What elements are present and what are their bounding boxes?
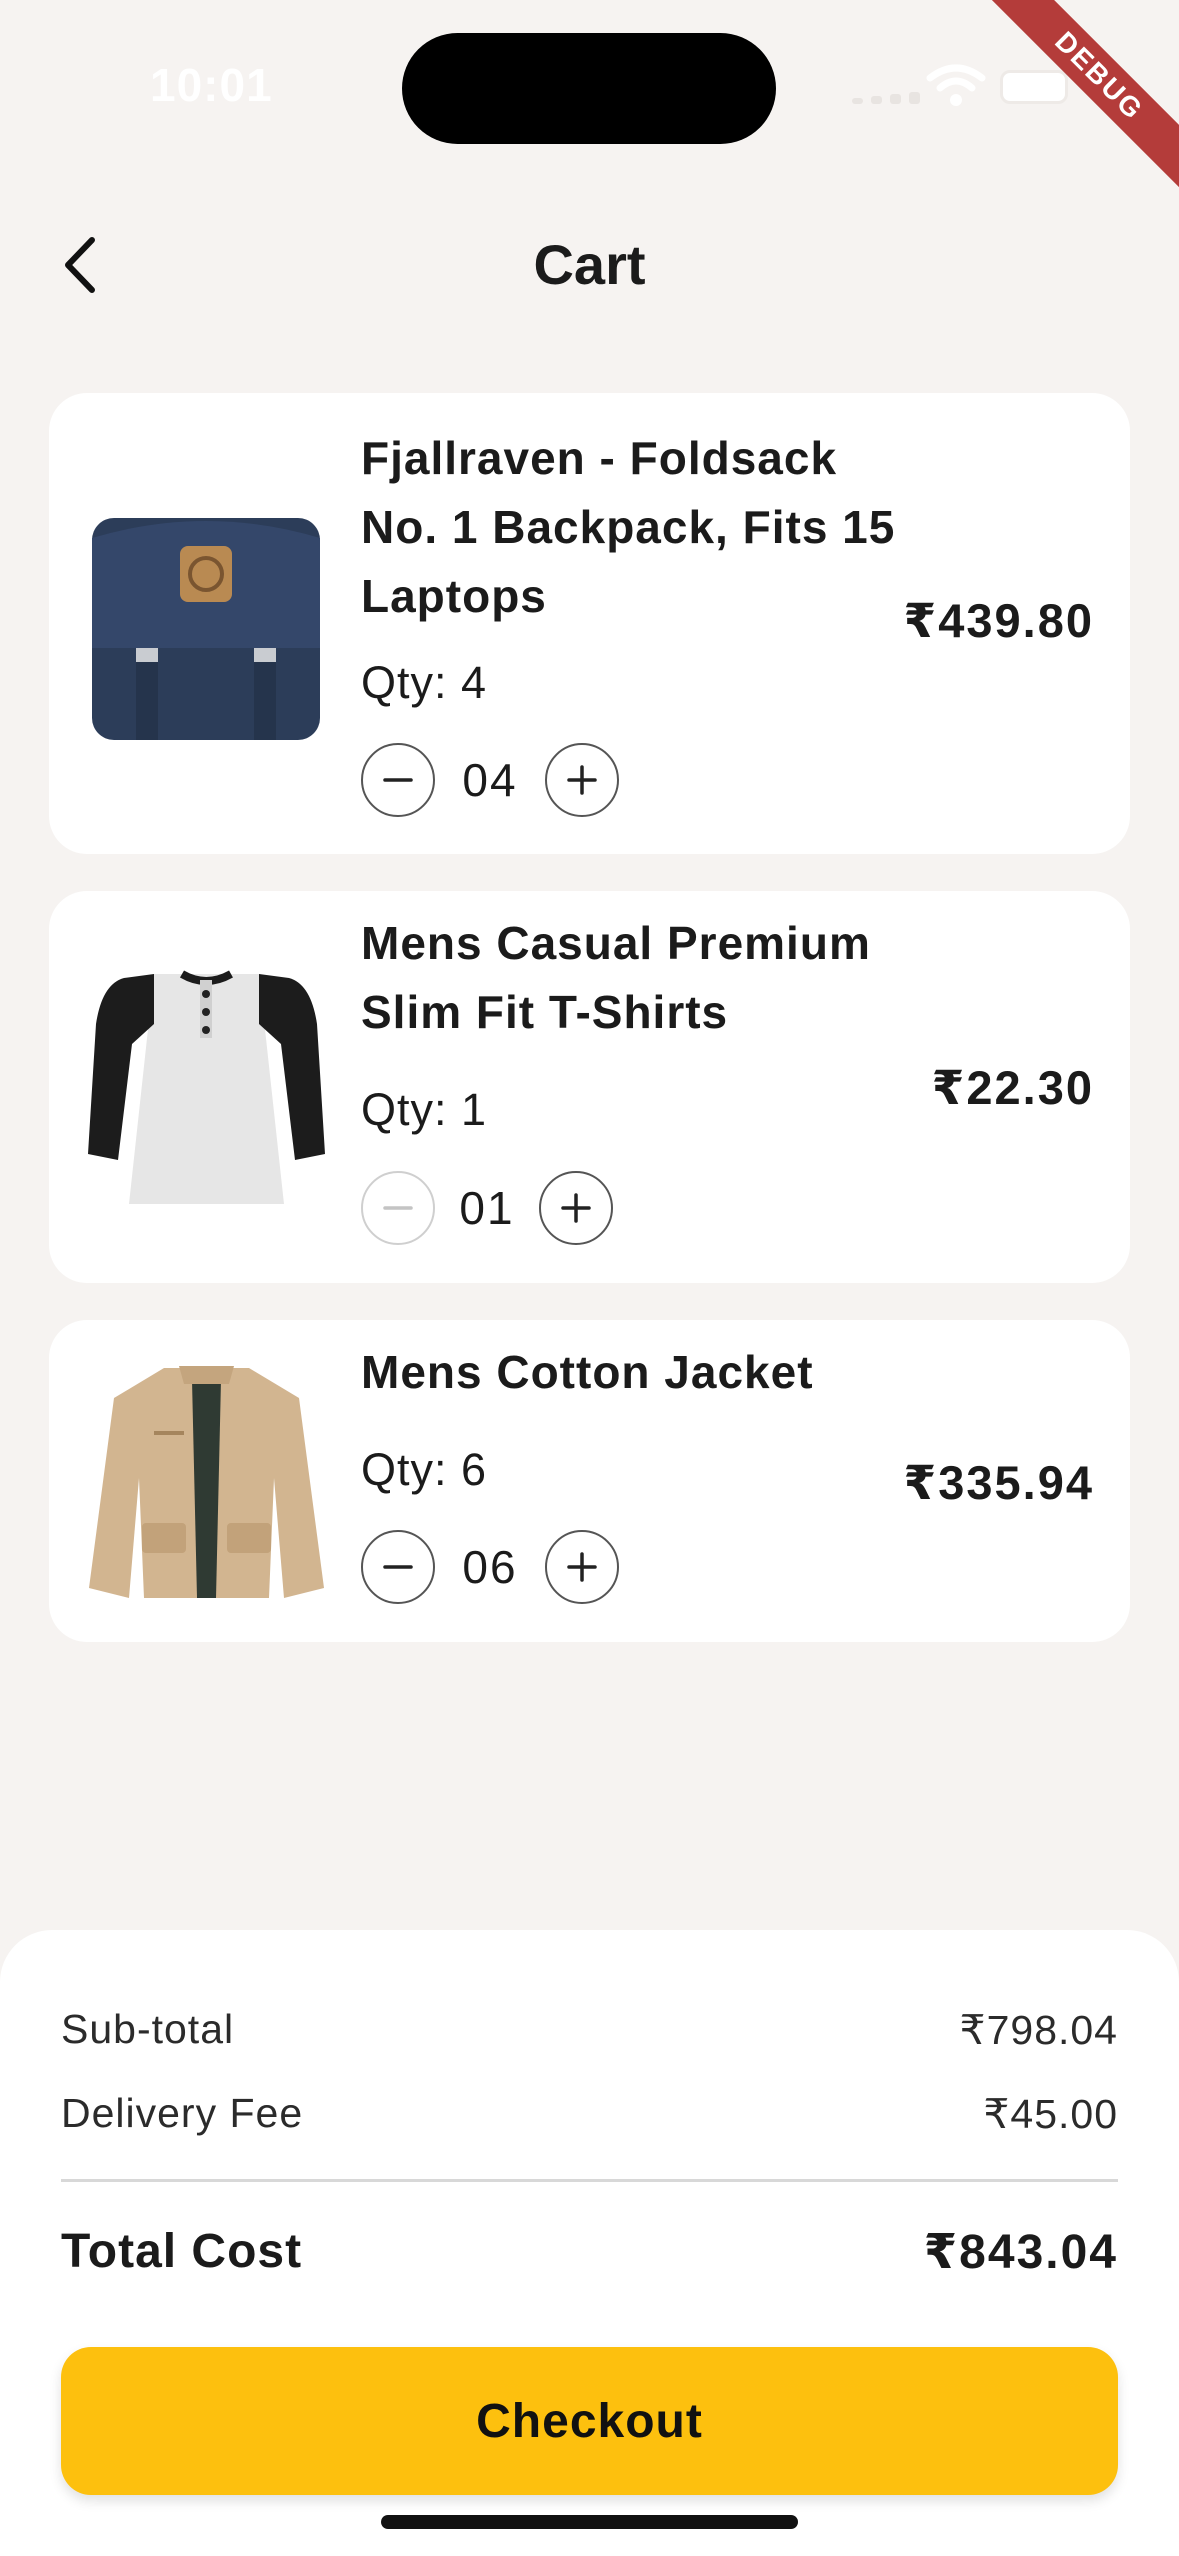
wifi-icon [926, 64, 986, 106]
tshirt-image [88, 970, 325, 1204]
decrement-button[interactable] [361, 1530, 435, 1604]
item-price: ₹22.30 [931, 1061, 1094, 1114]
home-indicator [381, 2515, 798, 2529]
plus-icon [567, 1552, 597, 1582]
cart-item-card: Fjallraven - Foldsack No. 1 Backpack, Fi… [49, 393, 1130, 854]
decrement-button[interactable] [361, 1171, 435, 1245]
plus-icon [567, 765, 597, 795]
increment-button[interactable] [539, 1171, 613, 1245]
delivery-fee-label: Delivery Fee [61, 2090, 304, 2136]
minus-icon [383, 1206, 413, 1210]
item-qty-label: Qty: 6 [361, 1444, 488, 1495]
quantity-value: 06 [462, 1541, 518, 1593]
quantity-stepper: 04 [361, 741, 619, 819]
item-title: Mens Cotton Jacket [361, 1346, 814, 1398]
item-price: ₹335.94 [903, 1456, 1094, 1509]
checkout-button[interactable]: Checkout [61, 2347, 1118, 2495]
quantity-stepper: 06 [361, 1528, 619, 1606]
status-time: 10:01 [150, 59, 273, 111]
cart-item-card: Mens Casual Premium Slim Fit T-Shirts Qt… [49, 891, 1130, 1283]
page-title: Cart [533, 233, 646, 296]
increment-button[interactable] [545, 1530, 619, 1604]
total-cost-value: ₹843.04 [923, 2226, 1118, 2279]
dynamic-island [402, 33, 776, 144]
order-summary-panel: Sub-total ₹798.04 Delivery Fee ₹45.00 To… [0, 1930, 1179, 2556]
quantity-value: 01 [459, 1182, 515, 1234]
cellular-signal-icon [852, 92, 920, 104]
minus-icon [383, 778, 413, 782]
summary-divider [61, 2179, 1118, 2182]
quantity-stepper: 01 [361, 1169, 613, 1247]
item-qty-label: Qty: 1 [361, 1084, 488, 1135]
debug-label: DEBUG [984, 0, 1179, 191]
item-qty-label: Qty: 4 [361, 657, 488, 708]
app-header: Cart [0, 210, 1179, 310]
jacket-image [89, 1366, 324, 1598]
subtotal-label: Sub-total [61, 2006, 235, 2052]
decrement-button[interactable] [361, 743, 435, 817]
quantity-value: 04 [462, 754, 518, 806]
backpack-image [92, 518, 320, 740]
status-bar: 10:01 DEBUG [0, 0, 1179, 191]
debug-banner: DEBUG [979, 0, 1179, 200]
subtotal-value: ₹798.04 [959, 2007, 1118, 2053]
delivery-fee-value: ₹45.00 [983, 2091, 1118, 2137]
plus-icon [561, 1193, 591, 1223]
minus-icon [383, 1565, 413, 1569]
total-cost-label: Total Cost [61, 2225, 303, 2278]
increment-button[interactable] [545, 743, 619, 817]
cart-item-card: Mens Cotton Jacket Qty: 6 06 ₹335.94 [49, 1320, 1130, 1642]
item-title: Mens Casual Premium Slim Fit T-Shirts [361, 917, 871, 1038]
item-price: ₹439.80 [903, 594, 1094, 647]
item-title: Fjallraven - Foldsack No. 1 Backpack, Fi… [361, 432, 896, 622]
